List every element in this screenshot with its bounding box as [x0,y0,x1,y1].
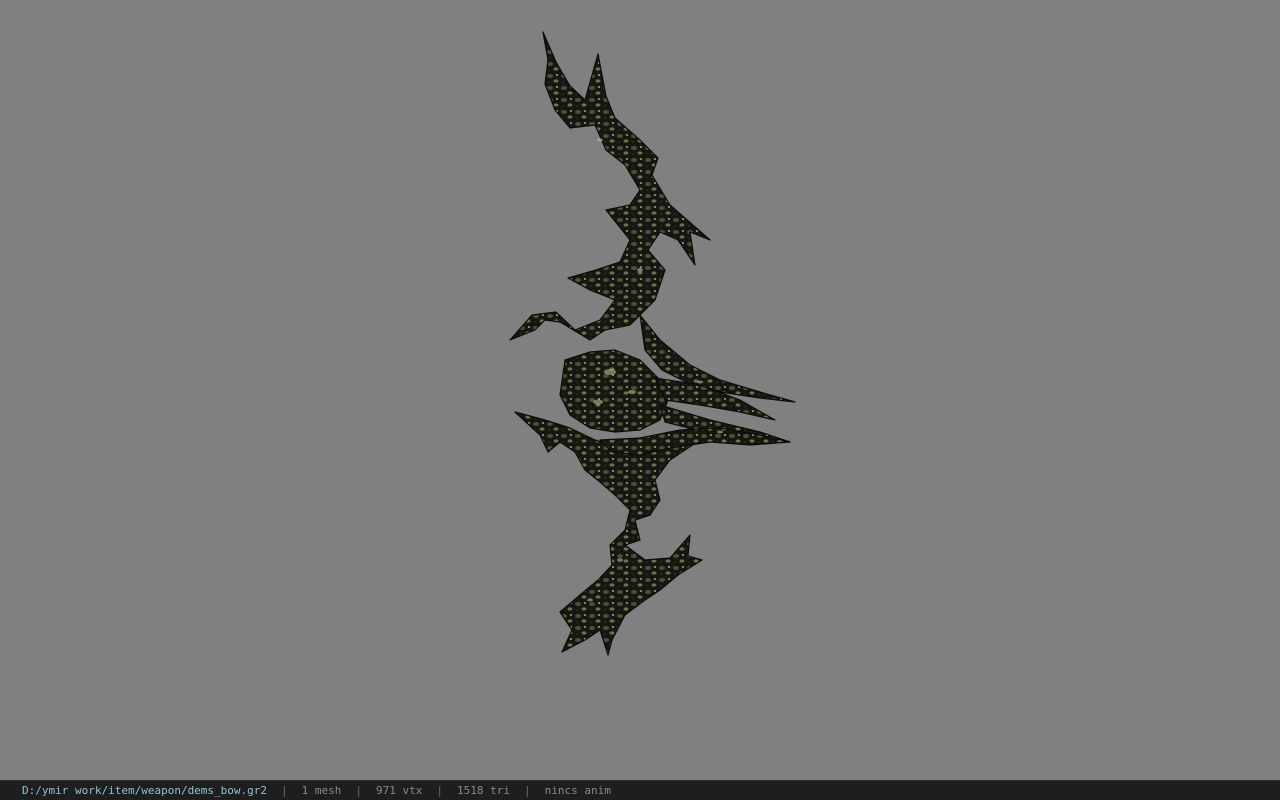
status-separator: | [436,784,444,797]
bow-model-icon [509,31,796,656]
status-separator: | [524,784,531,797]
3d-viewport[interactable] [0,0,1280,780]
status-separator: | [281,784,288,797]
status-separator: | [355,784,363,797]
vertex-count-label: 971 vtx [376,784,423,797]
status-bar: D:/ymir work/item/weapon/dems_bow.gr2 | … [0,780,1280,800]
triangle-count-label: 1518 tri [457,784,511,797]
animation-status-label: nincs anim [544,784,611,797]
mesh-count-label: 1 mesh [301,784,342,797]
file-path-label: D:/ymir work/item/weapon/dems_bow.gr2 [22,784,268,797]
